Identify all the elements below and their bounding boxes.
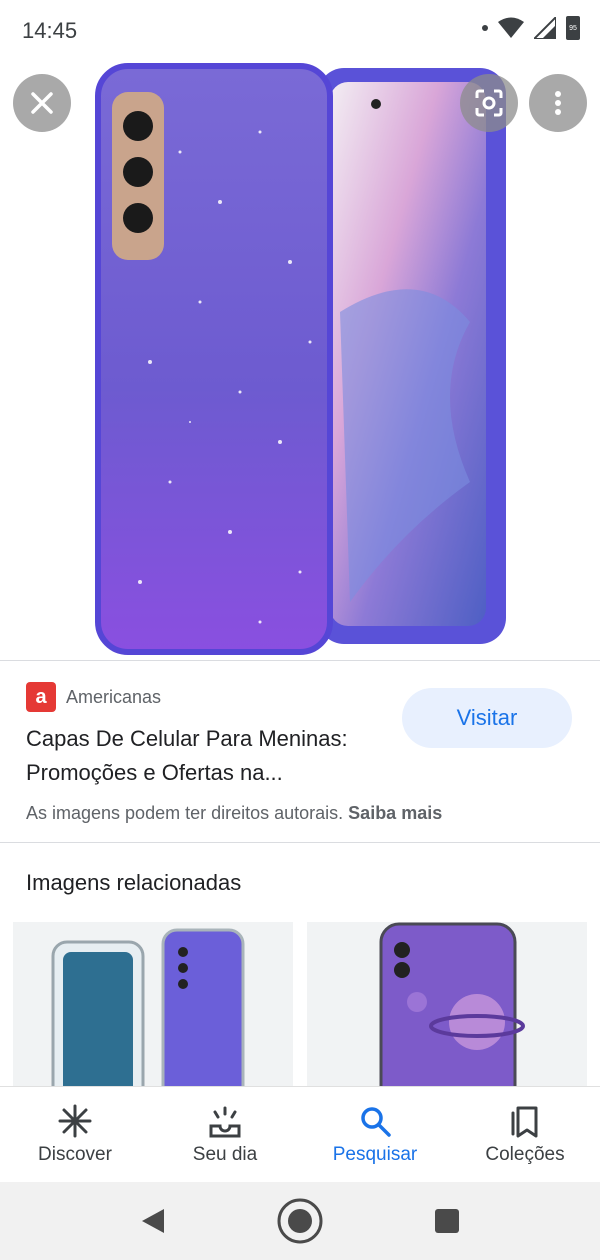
nav-discover-label: Discover [38, 1144, 112, 1165]
copyright-notice: As imagens podem ter direitos autorais. … [26, 803, 442, 824]
status-time: 14:45 [22, 18, 78, 43]
search-icon [361, 1107, 391, 1137]
back-icon[interactable] [140, 1207, 166, 1235]
divider [0, 842, 600, 843]
hero-image[interactable] [0, 62, 600, 660]
clear-case-image [51, 928, 245, 1092]
asterisk-icon [58, 1104, 92, 1138]
collections-icon [511, 1106, 538, 1138]
related-images-heading: Imagens relacionadas [26, 870, 242, 895]
nav-colecoes-label: Coleções [485, 1144, 565, 1165]
source-row[interactable]: a Americanas [26, 682, 161, 712]
nav-seu-dia-label: Seu dia [192, 1144, 258, 1165]
galaxy-case-image [379, 922, 525, 1092]
status-bar: 14:45 95 [0, 0, 600, 62]
signal-icon [534, 17, 556, 39]
lens-button[interactable] [460, 74, 518, 132]
result-title[interactable]: Capas De Celular Para Meninas: Promoções… [26, 722, 396, 790]
nav-seu-dia[interactable]: Seu dia [150, 1087, 300, 1183]
home-icon[interactable] [276, 1197, 324, 1245]
more-options-button[interactable] [529, 74, 587, 132]
bottom-navigation: Discover Seu dia Pesquisar Coleções [0, 1086, 600, 1183]
battery-icon: 95 [566, 16, 580, 40]
close-icon [31, 92, 53, 114]
nav-discover[interactable]: Discover [0, 1087, 150, 1183]
sunrise-icon [209, 1106, 241, 1138]
lens-icon [475, 89, 503, 117]
source-name: Americanas [66, 686, 162, 707]
recents-icon[interactable] [434, 1208, 460, 1234]
americanas-logo-icon: a [26, 682, 56, 712]
visit-button[interactable]: Visitar [402, 688, 572, 748]
notification-dot-icon [482, 25, 488, 31]
nav-pesquisar-label: Pesquisar [332, 1144, 418, 1165]
learn-more-link[interactable]: Saiba mais [348, 803, 442, 823]
divider [0, 660, 600, 661]
close-button[interactable] [13, 74, 71, 132]
nav-colecoes[interactable]: Coleções [450, 1087, 600, 1183]
status-icons: 95 [482, 16, 580, 40]
more-vert-icon [555, 91, 561, 115]
wifi-icon [498, 17, 524, 38]
phone-case-image [95, 63, 506, 655]
battery-level: 95 [569, 24, 577, 32]
nav-pesquisar[interactable]: Pesquisar [300, 1087, 450, 1183]
system-navigation-bar [0, 1182, 600, 1260]
related-image-2[interactable] [307, 922, 587, 1092]
copyright-text: As imagens podem ter direitos autorais. [26, 803, 344, 823]
related-image-1[interactable] [13, 922, 293, 1092]
